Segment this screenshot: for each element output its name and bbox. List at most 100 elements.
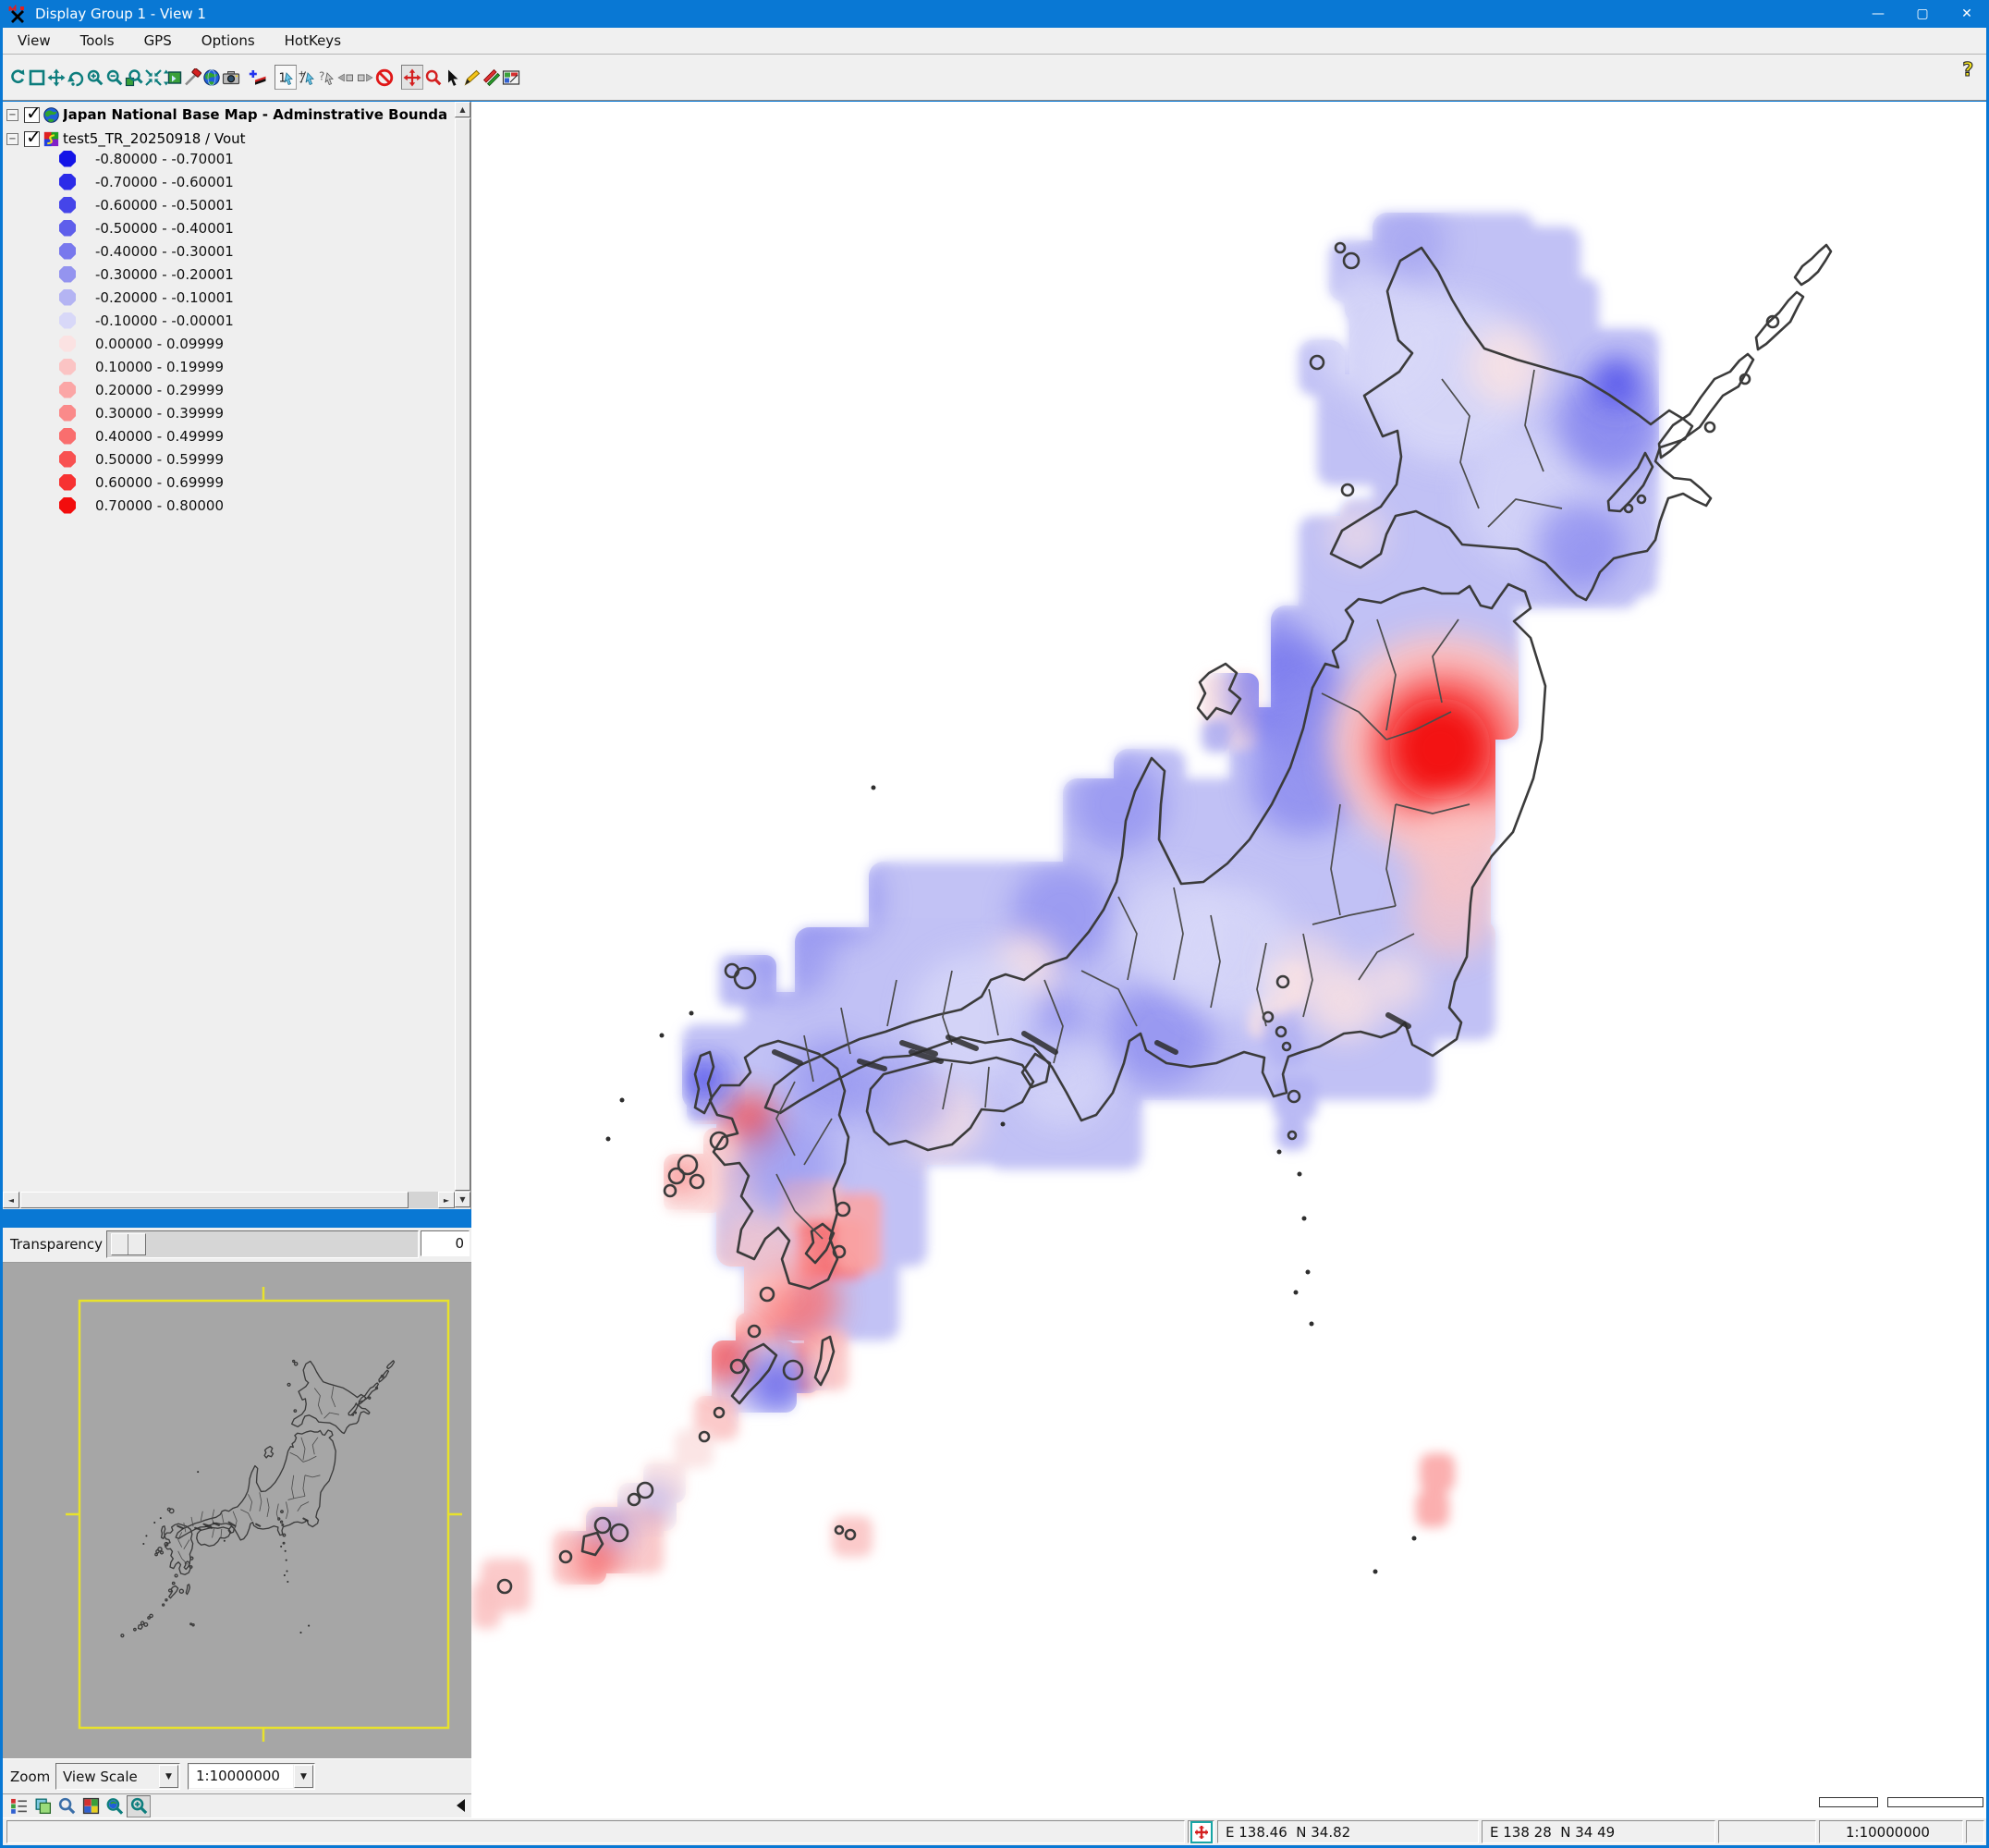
status-coord-decimal: E 138.46 N 34.82: [1217, 1820, 1479, 1843]
menu-item[interactable]: GPS: [129, 28, 187, 54]
zoom-out-icon[interactable]: [104, 66, 124, 90]
view-hscroll-segment[interactable]: [1819, 1797, 1878, 1807]
menu-item[interactable]: Tools: [66, 28, 129, 54]
layer-nav-icon[interactable]: [163, 66, 182, 90]
georef-tool-icon[interactable]: [501, 66, 520, 90]
overview-background: [3, 1263, 471, 1758]
legend-color-swatch: [59, 151, 76, 167]
close-button[interactable]: ✕: [1945, 0, 1989, 28]
deselect-icon[interactable]: [374, 66, 394, 90]
layer-legend-panel: −✓Japan National Base Map - Adminstrativ…: [3, 102, 471, 1209]
menu-item[interactable]: HotKeys: [270, 28, 356, 54]
layer-checkbox[interactable]: ✓: [24, 131, 40, 147]
zoom-in-icon[interactable]: [85, 66, 104, 90]
transparency-slider-thumb[interactable]: [111, 1233, 146, 1255]
layer-manager-icon[interactable]: [31, 1795, 55, 1817]
tool-locator-icon[interactable]: [182, 66, 201, 90]
status-scale: 1:10000000: [1819, 1820, 1963, 1843]
legend-toggle-icon[interactable]: [6, 1795, 31, 1817]
zoom-mode-select[interactable]: View Scale ▼: [55, 1763, 180, 1790]
layer-row[interactable]: −✓Japan National Base Map - Adminstrativ…: [6, 104, 447, 126]
legend-hscrollbar[interactable]: ◄ ►: [3, 1192, 455, 1208]
layer-checkbox[interactable]: ✓: [24, 107, 40, 123]
legend-vscrollbar[interactable]: ▲ ▼: [455, 102, 470, 1208]
zoom-extents-icon[interactable]: [124, 66, 143, 90]
minimize-button[interactable]: —: [1856, 0, 1900, 28]
legend-color-swatch: [59, 405, 76, 422]
legend-entry: -0.80000 - -0.70001: [3, 147, 446, 170]
legend-range-label: -0.70000 - -0.60001: [95, 174, 234, 190]
legend-entry: 0.70000 - 0.80000: [3, 494, 446, 517]
globe-icon[interactable]: [201, 66, 221, 90]
zoom-plus-icon[interactable]: [127, 1795, 151, 1817]
magnifier-icon[interactable]: [55, 1795, 79, 1817]
zoom-box-icon[interactable]: [423, 66, 443, 90]
legend-color-swatch: [59, 451, 76, 468]
scroll-down-icon[interactable]: ▼: [455, 1192, 470, 1207]
sketch-tool-icon[interactable]: [462, 66, 482, 90]
tree-collapse-icon[interactable]: −: [6, 133, 18, 145]
view-hscroll-segment[interactable]: [1887, 1797, 1983, 1807]
legend-color-swatch: [59, 359, 76, 375]
pan-view-icon[interactable]: [46, 66, 66, 90]
add-layer-icon[interactable]: [248, 66, 267, 90]
zoom-world-icon[interactable]: [103, 1795, 127, 1817]
previous-view-icon[interactable]: [66, 66, 85, 90]
raster-layer-icon: [43, 130, 60, 148]
pan-tool-icon[interactable]: [401, 65, 423, 90]
help-icon[interactable]: ?: [1958, 57, 1980, 80]
panel-collapse-icon[interactable]: [457, 1799, 465, 1812]
measure-tool-icon[interactable]: [482, 66, 501, 90]
redraw-icon[interactable]: [7, 66, 27, 90]
layer-label: test5_TR_20250918 / Vout: [63, 130, 246, 147]
zoom-actual-icon[interactable]: [143, 66, 163, 90]
pointer-tool-icon[interactable]: [443, 66, 462, 90]
legend-range-label: 0.00000 - 0.09999: [95, 336, 224, 352]
select-plusminus-icon[interactable]: +-: [297, 66, 316, 90]
overview-map[interactable]: [3, 1263, 471, 1758]
map-view[interactable]: [471, 102, 1986, 1817]
menu-item[interactable]: Options: [187, 28, 270, 54]
menu-item[interactable]: View: [3, 28, 66, 54]
globe-layer-icon: [43, 106, 60, 124]
title-bar: Display Group 1 - View 1 — ▢ ✕: [0, 0, 1989, 28]
legend-color-swatch: [59, 174, 76, 190]
chevron-down-icon[interactable]: ▼: [294, 1765, 313, 1788]
legend-color-swatch: [59, 382, 76, 398]
scroll-left-icon[interactable]: ◄: [3, 1192, 19, 1208]
select-query-icon[interactable]: ?: [316, 66, 336, 90]
status-message-cell: [6, 1820, 1185, 1843]
legend-color-swatch: [59, 266, 76, 283]
vscroll-thumb[interactable]: [455, 118, 470, 1191]
scroll-up-icon[interactable]: ▲: [455, 102, 470, 117]
previous-element-icon[interactable]: [336, 66, 355, 90]
snapshot-icon[interactable]: [221, 66, 240, 90]
next-element-icon[interactable]: [355, 66, 374, 90]
tree-collapse-icon[interactable]: −: [6, 109, 18, 121]
legend-color-swatch: [59, 428, 76, 445]
group-settings-icon[interactable]: [79, 1795, 103, 1817]
scroll-right-icon[interactable]: ►: [438, 1192, 455, 1208]
hscroll-thumb[interactable]: [20, 1192, 409, 1208]
select-one-icon[interactable]: 1: [275, 65, 297, 90]
legend-range-label: -0.60000 - -0.50001: [95, 197, 234, 214]
legend-range-label: -0.20000 - -0.10001: [95, 289, 234, 306]
legend-range-label: 0.50000 - 0.59999: [95, 451, 224, 468]
zoom-scale-value: 1:10000000: [189, 1765, 293, 1788]
menu-bar: ViewToolsGPSOptionsHotKeys: [3, 28, 1986, 55]
legend-range-label: -0.80000 - -0.70001: [95, 151, 234, 167]
chevron-down-icon[interactable]: ▼: [159, 1765, 178, 1788]
transparency-slider[interactable]: [106, 1230, 419, 1258]
legend-color-swatch: [59, 336, 76, 352]
app-icon: [7, 5, 26, 23]
legend-entry: 0.50000 - 0.59999: [3, 447, 446, 471]
maximize-button[interactable]: ▢: [1900, 0, 1945, 28]
legend-range-label: -0.40000 - -0.30001: [95, 243, 234, 260]
main-toolbar: 1+-?: [3, 55, 1986, 101]
legend-entry: -0.10000 - -0.00001: [3, 309, 446, 332]
legend-color-swatch: [59, 289, 76, 306]
legend-color-swatch: [59, 220, 76, 237]
transparency-value[interactable]: 0: [421, 1230, 470, 1256]
zoom-scale-select[interactable]: 1:10000000 ▼: [188, 1763, 315, 1790]
full-view-icon[interactable]: [27, 66, 46, 90]
